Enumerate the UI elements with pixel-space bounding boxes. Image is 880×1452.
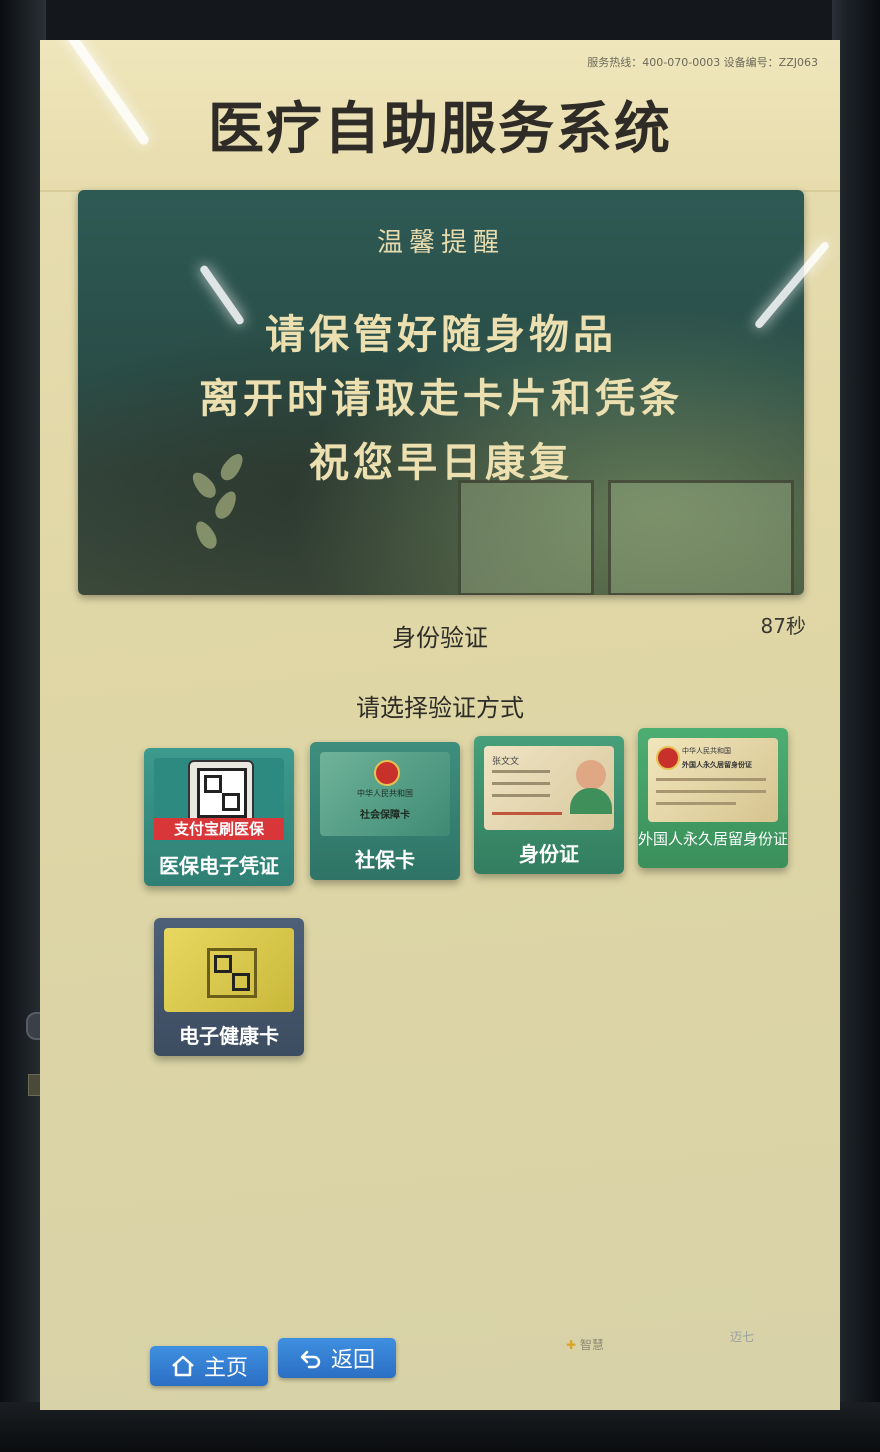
health-card-qr-icon bbox=[164, 928, 294, 1012]
id-card-icon: 张文文 bbox=[484, 746, 614, 830]
home-icon bbox=[172, 1355, 194, 1377]
qr-code-icon bbox=[207, 948, 257, 998]
background-window bbox=[458, 480, 594, 595]
brand-plus-icon: ✚ bbox=[566, 1338, 577, 1352]
kiosk-screen: 服务热线：400-070-0003 设备编号：ZZJ063 医疗自助服务系统 温… bbox=[40, 40, 840, 1410]
national-emblem-icon bbox=[374, 760, 400, 786]
back-label: 返回 bbox=[330, 1348, 375, 1373]
home-label: 主页 bbox=[203, 1356, 248, 1381]
system-title: 医疗自助服务系统 bbox=[208, 97, 672, 162]
option-id-card[interactable]: 张文文 身份证 bbox=[474, 736, 624, 874]
foreigner-id-card-icon: 中华人民共和国 外国人永久居留身份证 bbox=[648, 738, 778, 822]
verify-prompt: 请选择验证方式 bbox=[356, 694, 524, 722]
qr-code-phone-icon: 支付宝刷医保 bbox=[154, 758, 284, 842]
section-title: 身份验证 bbox=[392, 624, 488, 652]
brand-logo: ✚ 智慧 bbox=[566, 1338, 604, 1352]
reminder-title: 温馨提醒 bbox=[376, 228, 505, 258]
reminder-line-1: 请保管好随身物品 bbox=[265, 312, 617, 358]
alipay-banner: 支付宝刷医保 bbox=[154, 818, 284, 840]
option-e-health-card[interactable]: 电子健康卡 bbox=[154, 918, 304, 1056]
option-medical-e-voucher[interactable]: 支付宝刷医保 医保电子凭证 bbox=[144, 748, 294, 886]
reminder-line-2: 离开时请取走卡片和凭条 bbox=[199, 376, 683, 422]
option-social-security-card[interactable]: 中华人民共和国 社会保障卡 社保卡 bbox=[310, 742, 460, 880]
reminder-banner: 温馨提醒 请保管好随身物品 离开时请取走卡片和凭条 祝您早日康复 bbox=[78, 190, 804, 595]
national-emblem-icon bbox=[656, 746, 680, 770]
countdown-timer: 87秒 bbox=[760, 614, 806, 638]
option-foreigner-permanent-id[interactable]: 中华人民共和国 外国人永久居留身份证 外国人永久居留身份证 bbox=[638, 728, 788, 868]
option-label: 医保电子凭证 bbox=[159, 854, 279, 878]
header: 服务热线：400-070-0003 设备编号：ZZJ063 医疗自助服务系统 bbox=[40, 40, 840, 192]
social-security-card-icon: 中华人民共和国 社会保障卡 bbox=[320, 752, 450, 836]
service-info: 服务热线：400-070-0003 设备编号：ZZJ063 bbox=[587, 56, 818, 69]
reminder-line-3: 祝您早日康复 bbox=[309, 440, 573, 486]
option-label: 身份证 bbox=[519, 842, 579, 866]
qr-code-icon bbox=[197, 768, 247, 818]
option-label: 社保卡 bbox=[355, 848, 415, 872]
brand-logo-right: 迈七 bbox=[730, 1330, 755, 1344]
home-button[interactable]: 主页 bbox=[150, 1346, 268, 1386]
back-button[interactable]: 返回 bbox=[278, 1338, 396, 1378]
option-label: 电子健康卡 bbox=[179, 1024, 279, 1048]
avatar-icon bbox=[576, 760, 606, 790]
leaf-decoration-icon bbox=[191, 518, 221, 552]
background-window bbox=[608, 480, 794, 595]
back-arrow-icon bbox=[300, 1350, 321, 1369]
option-label: 外国人永久居留身份证 bbox=[638, 830, 788, 848]
